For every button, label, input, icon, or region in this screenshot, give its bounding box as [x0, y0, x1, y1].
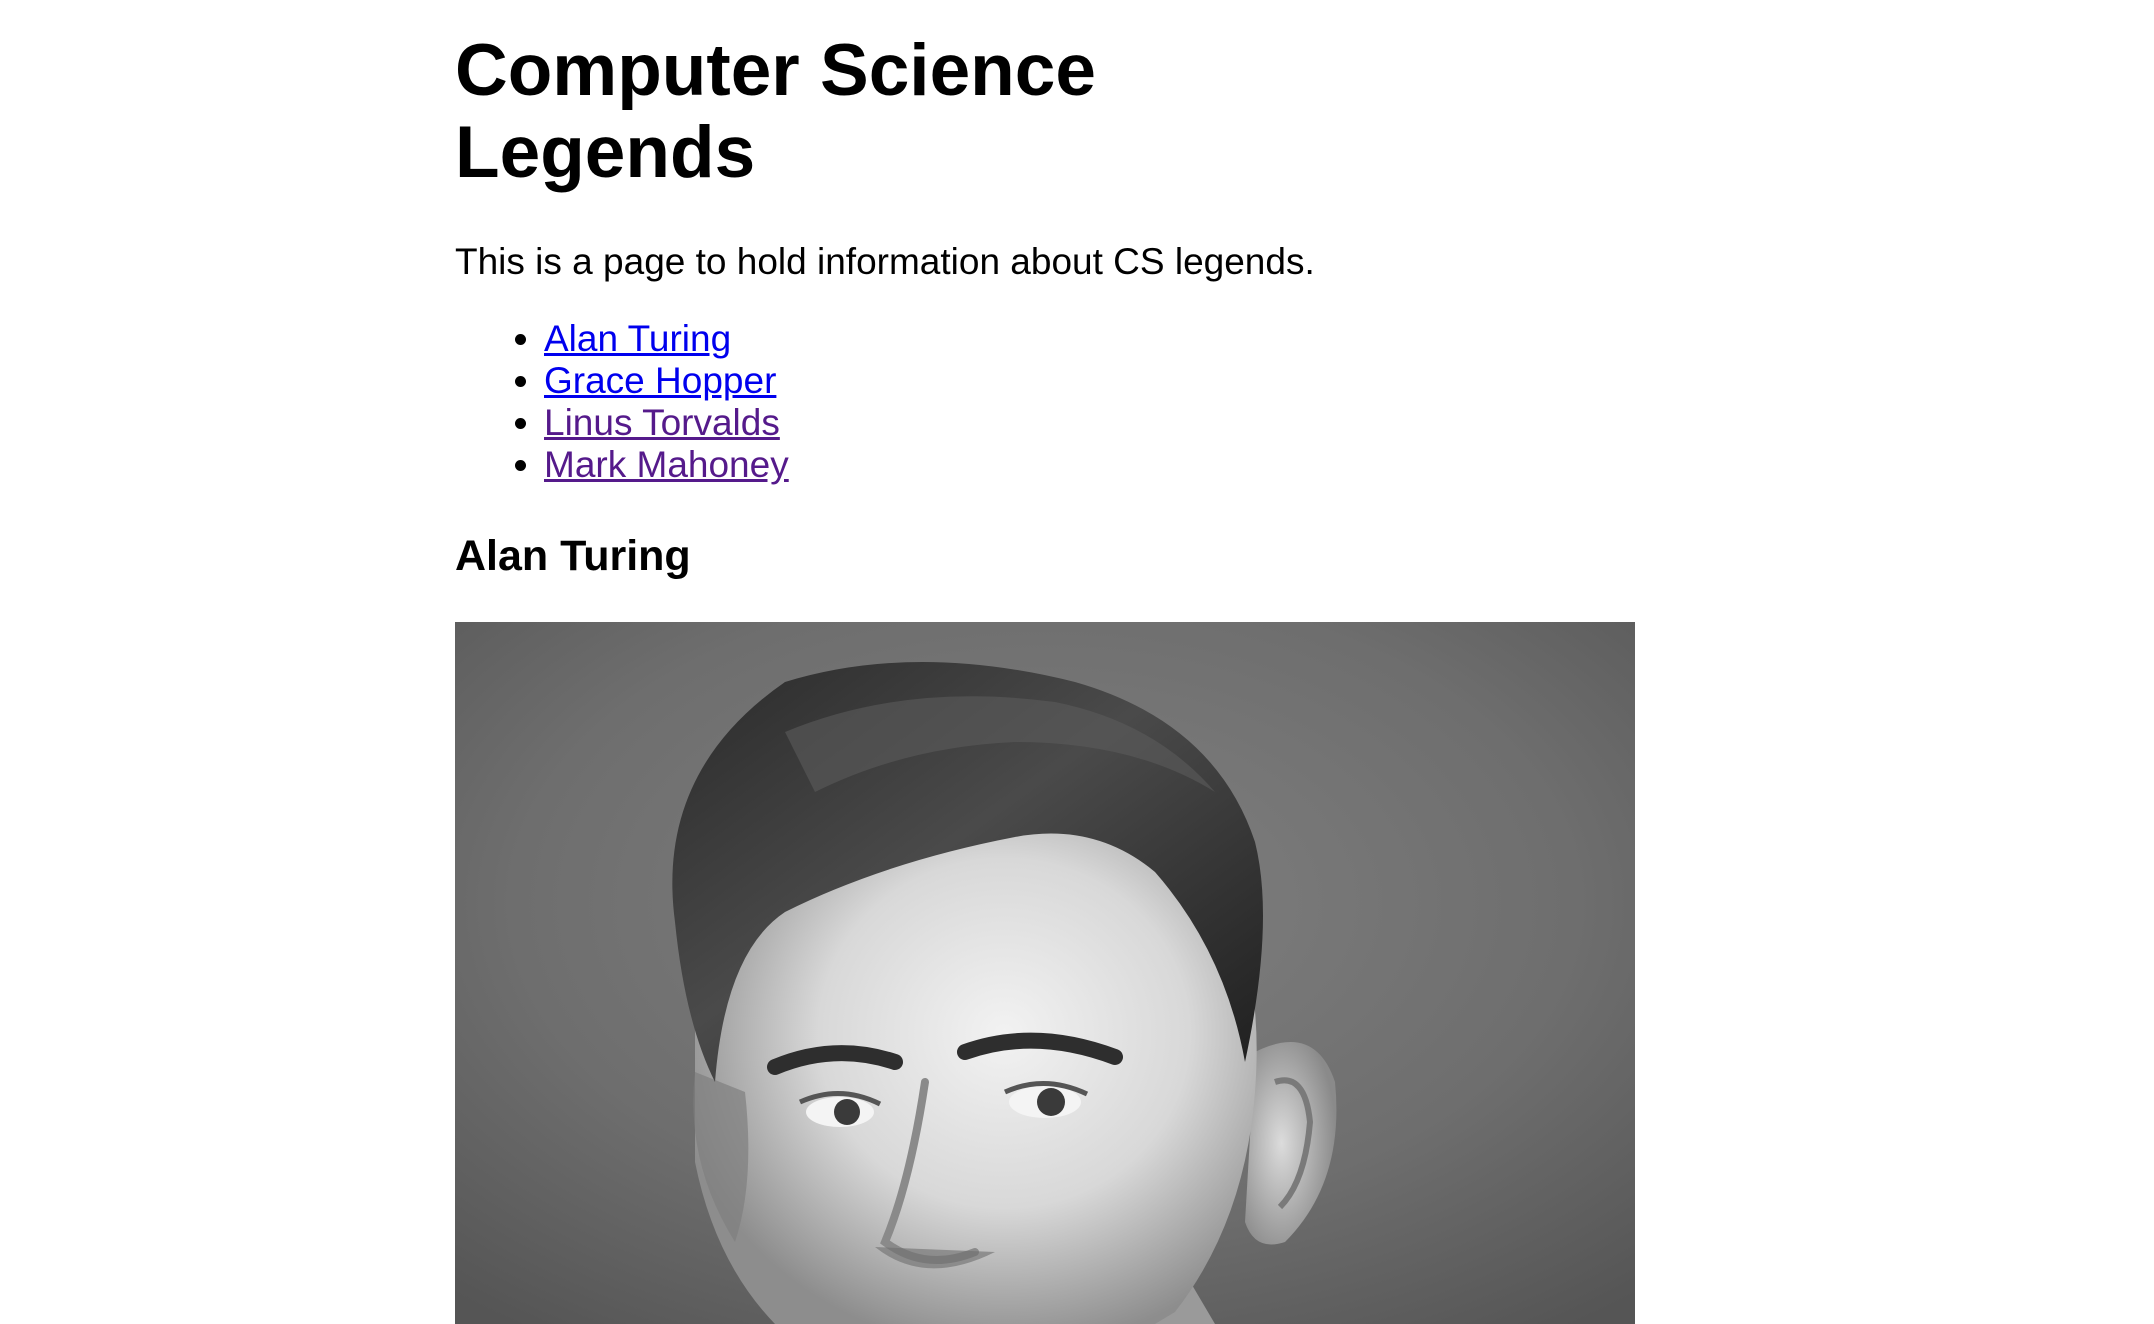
section-heading-alan-turing: Alan Turing — [455, 532, 691, 580]
list-item: Grace Hopper — [544, 360, 789, 402]
intro-paragraph: This is a page to hold information about… — [455, 241, 1315, 282]
legend-link-list: Alan Turing Grace Hopper Linus Torvalds … — [455, 318, 789, 486]
link-grace-hopper[interactable]: Grace Hopper — [544, 360, 776, 401]
page-title: Computer Science Legends — [455, 30, 1096, 193]
alan-turing-portrait — [455, 622, 1635, 1324]
list-item: Linus Torvalds — [544, 402, 789, 444]
link-mark-mahoney[interactable]: Mark Mahoney — [544, 444, 789, 485]
list-item: Alan Turing — [544, 318, 789, 360]
link-linus-torvalds[interactable]: Linus Torvalds — [544, 402, 780, 443]
portrait-image — [455, 622, 1635, 1324]
list-item: Mark Mahoney — [544, 444, 789, 486]
page: Computer Science Legends This is a page … — [0, 0, 2154, 1324]
link-alan-turing[interactable]: Alan Turing — [544, 318, 731, 359]
